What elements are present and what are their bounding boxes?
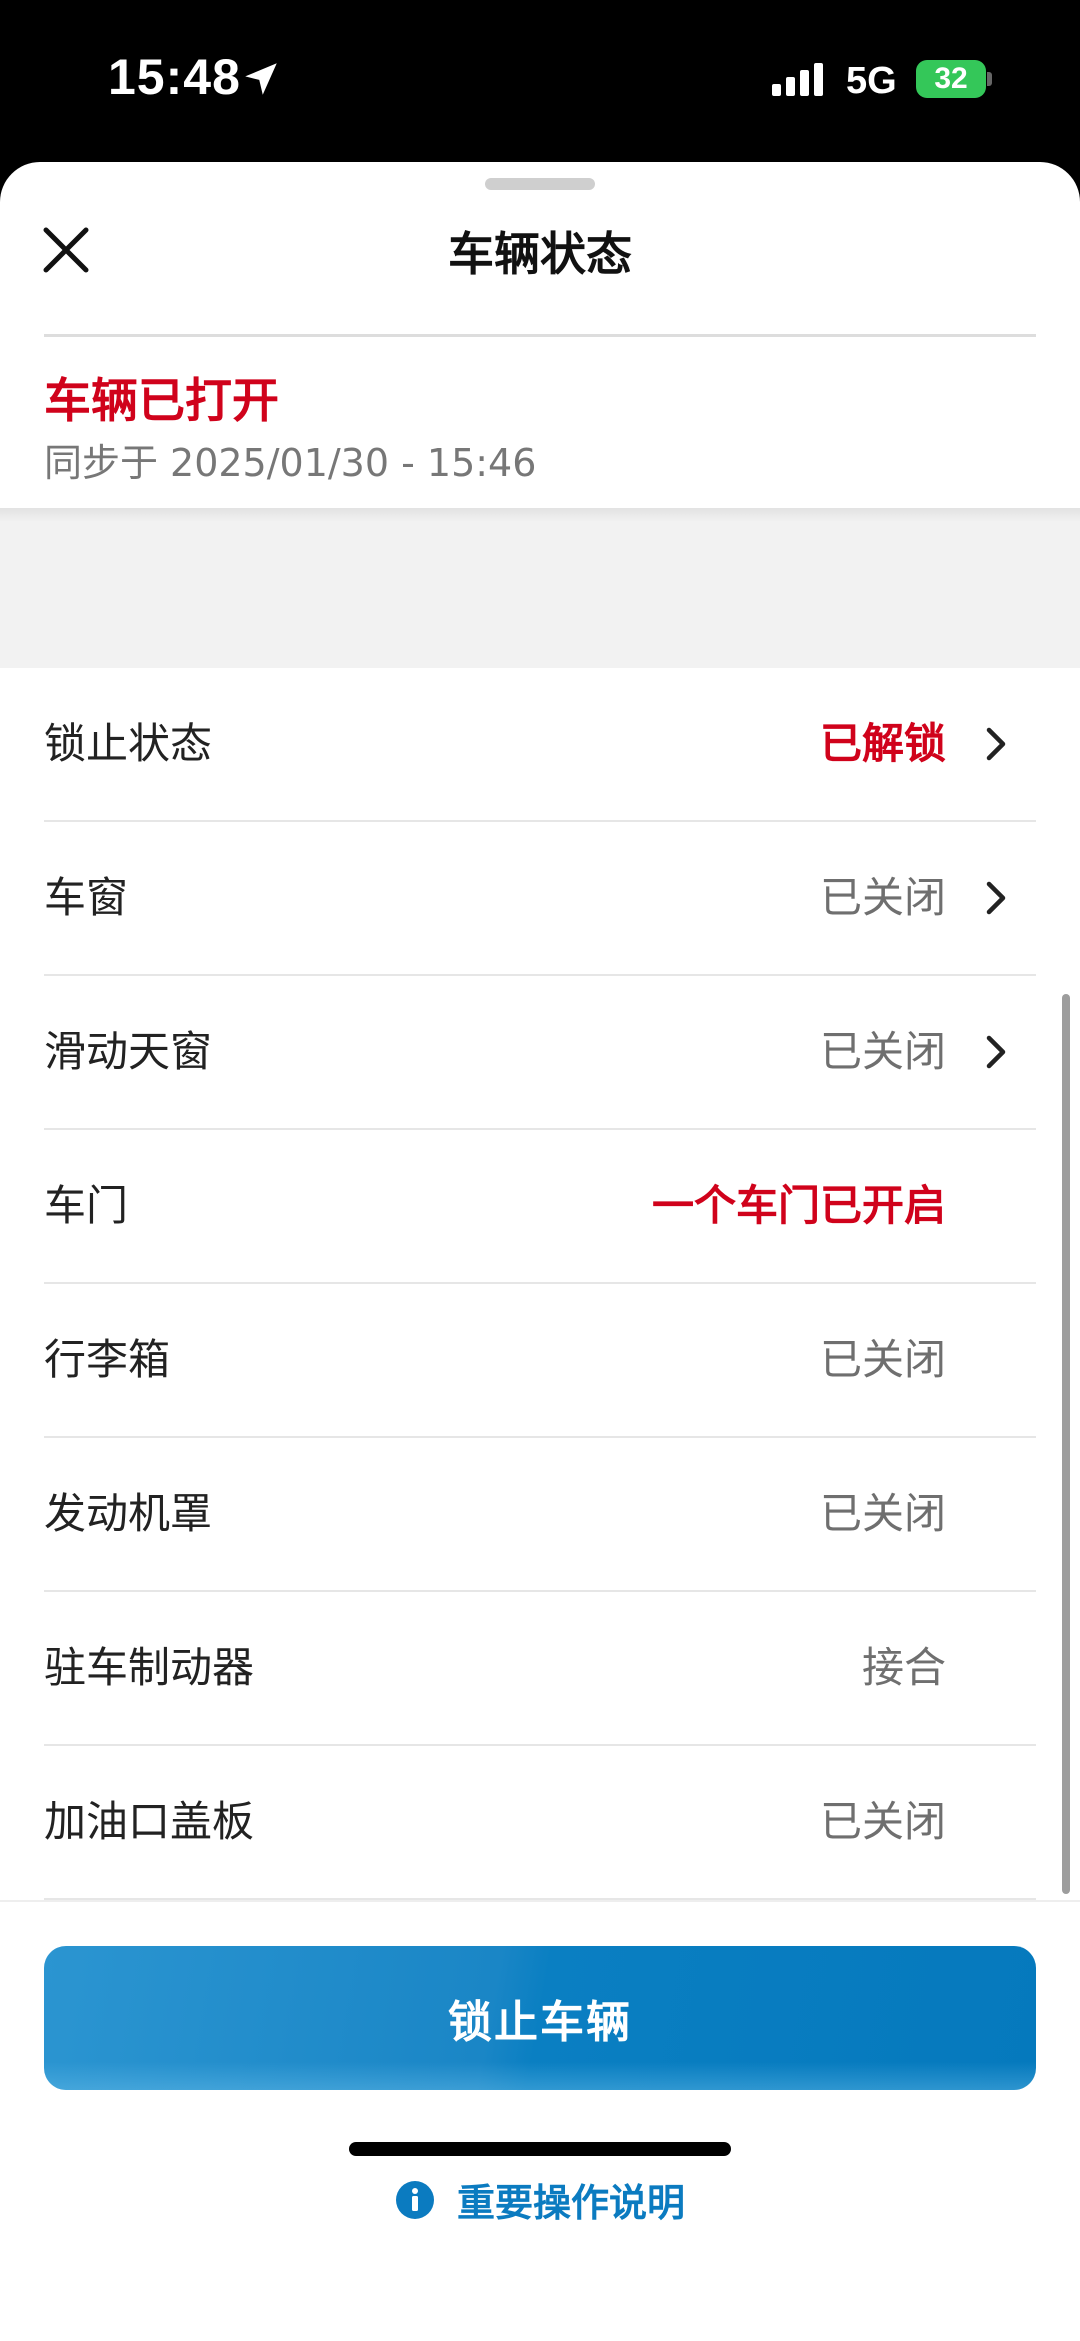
- signal-icon: [772, 63, 823, 96]
- home-indicator: [349, 2142, 731, 2156]
- network-label: 5G: [846, 60, 897, 102]
- status-row-label: 加油口盖板: [44, 1797, 255, 1846]
- location-arrow-icon: [245, 63, 277, 95]
- status-row: 行李箱 已关闭: [44, 1284, 1036, 1438]
- chevron-right-icon: [986, 1035, 1006, 1069]
- chevron-right-icon: [986, 881, 1006, 915]
- status-row: 驻车制动器 接合: [44, 1592, 1036, 1746]
- lock-vehicle-button[interactable]: 锁止车辆: [44, 1946, 1036, 2090]
- status-row-value: 已关闭: [819, 1489, 946, 1538]
- status-row[interactable]: 锁止状态 已解锁: [44, 668, 1036, 822]
- status-row[interactable]: 车窗 已关闭: [44, 822, 1036, 976]
- vehicle-open-status: 车辆已打开: [44, 374, 279, 429]
- chevron-right-icon: [986, 727, 1006, 761]
- info-icon: [395, 2180, 434, 2219]
- status-row[interactable]: 滑动天窗 已关闭: [44, 976, 1036, 1130]
- status-row-label: 滑动天窗: [44, 1027, 213, 1076]
- sync-info: 同步于 2025/01/30 - 15:46: [44, 432, 536, 487]
- status-row-value: 接合: [861, 1643, 946, 1692]
- status-row: 加油口盖板 已关闭: [44, 1746, 1036, 1900]
- vehicle-status-sheet: 车辆状态 车辆已打开 同步于 2025/01/30 - 15:46 锁止状态 已解锁…: [0, 162, 1080, 2341]
- sheet-grabber[interactable]: [485, 178, 595, 190]
- bottom-actions: 锁止车辆 重要操作说明: [0, 1900, 1080, 2341]
- battery-level: 32: [934, 62, 968, 95]
- sync-label: 同步于: [44, 441, 159, 485]
- status-row-value: 已关闭: [819, 1335, 946, 1384]
- status-row-value: 已关闭: [819, 1027, 946, 1076]
- status-row-label: 发动机罩: [44, 1489, 213, 1538]
- status-time: 15:48: [108, 49, 241, 105]
- status-row-value: 已关闭: [819, 873, 946, 922]
- status-row-label: 锁止状态: [44, 719, 213, 768]
- page-title: 车辆状态: [448, 227, 632, 281]
- status-row-value: 一个车门已开启: [651, 1181, 946, 1230]
- status-row-label: 行李箱: [44, 1335, 171, 1384]
- important-instructions-link[interactable]: 重要操作说明: [0, 2172, 1080, 2227]
- battery-cap: [987, 72, 992, 86]
- scrollbar[interactable]: [1062, 994, 1070, 1894]
- status-row-value: 已关闭: [819, 1797, 946, 1846]
- status-list: 锁止状态 已解锁 车窗 已关闭 滑动天窗 已关闭 车门 一个车门已开启 行李箱 已关闭 发动机罩 已关…: [0, 668, 1080, 1900]
- section-spacer: [0, 508, 1080, 668]
- sync-time: 2025/01/30 - 15:46: [170, 441, 537, 485]
- status-row-label: 车门: [44, 1181, 129, 1230]
- battery-icon: 32: [916, 60, 986, 98]
- status-bar: 15:48 5G 32: [0, 0, 1080, 160]
- status-row-label: 车窗: [44, 873, 129, 922]
- status-row: 发动机罩 已关闭: [44, 1438, 1036, 1592]
- status-row-value: 已解锁: [819, 719, 946, 768]
- status-row: 车门 一个车门已开启: [44, 1130, 1036, 1284]
- status-row-label: 驻车制动器: [44, 1643, 255, 1692]
- info-link-label: 重要操作说明: [456, 2181, 685, 2225]
- divider: [44, 334, 1036, 337]
